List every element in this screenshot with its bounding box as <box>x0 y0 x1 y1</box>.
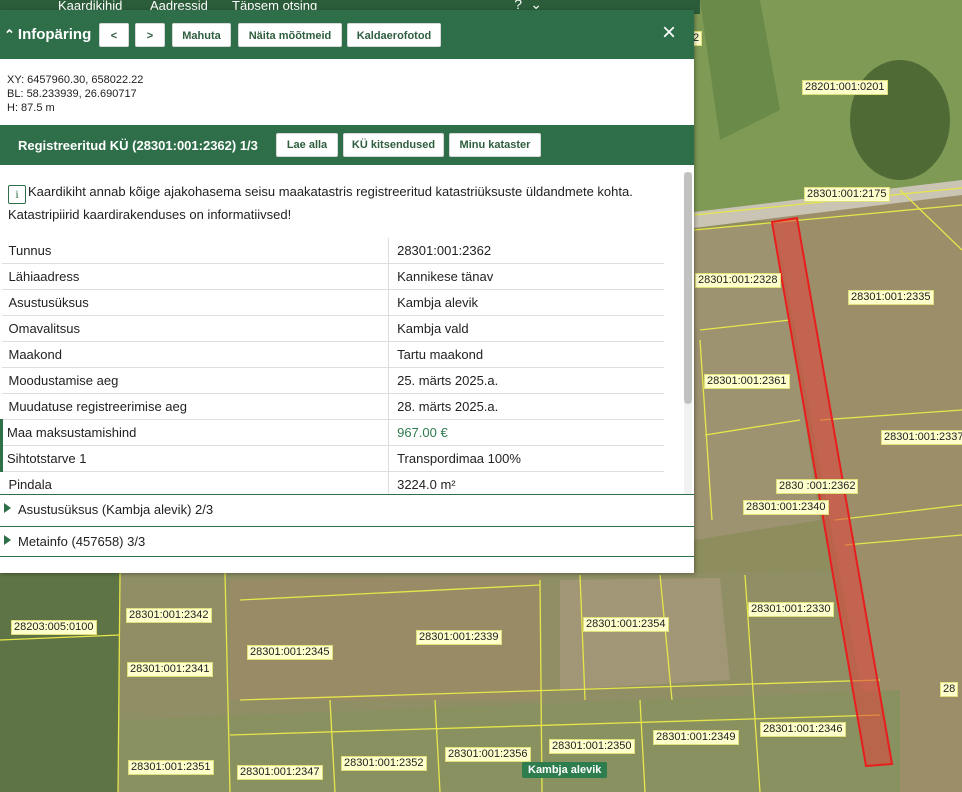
attr-value: 25. märts 2025.a. <box>388 367 664 394</box>
attr-value: 967.00 € <box>388 419 664 446</box>
table-row: Asustusüksus Kambja alevik <box>1 289 664 316</box>
parcel-label: 28 <box>940 682 959 697</box>
chevron-up-icon[interactable]: ⌃ <box>4 27 15 43</box>
section-metainfo[interactable]: Metainfo (457658) 3/3 <box>0 526 694 557</box>
table-row: Omavalitsus Kambja vald <box>1 315 664 342</box>
table-row: Muudatuse registreerimise aeg 28. märts 2… <box>1 393 664 420</box>
panel-title[interactable]: ⌃ Infopäring <box>4 26 91 43</box>
parcel-label: 28301:001:2339 <box>416 630 502 645</box>
attr-value: Transpordimaa 100% <box>388 445 664 472</box>
section-label: Metainfo (457658) 3/3 <box>18 534 146 549</box>
parcel-label: 28301:001:2354 <box>583 617 669 632</box>
parcel-label: 28301:001:2337 <box>881 430 962 445</box>
parcel-label: 28301:001:2349 <box>653 730 739 745</box>
table-row: Tunnus 28301:001:2362 <box>1 238 664 264</box>
close-icon[interactable]: × <box>658 21 680 46</box>
parcel-label: 28301:001:2346 <box>760 722 846 737</box>
attr-value: Kambja alevik <box>388 289 664 316</box>
parcel-label: 28203:005:0100 <box>11 620 97 635</box>
fit-button[interactable]: Mahuta <box>172 23 231 47</box>
attr-label: Sihtotstarve 1 <box>0 445 389 472</box>
xy-coordinates: XY: 6457960.30, 658022.22 <box>7 74 144 86</box>
table-row: Sihtotstarve 1 Transpordimaa 100% <box>0 445 664 472</box>
parcel-label: 28301:001:2341 <box>127 662 213 677</box>
parcel-label: 28301:001:2350 <box>549 739 635 754</box>
place-label: Kambja alevik <box>522 762 608 778</box>
attr-value: Tartu maakond <box>388 341 664 368</box>
parcel-label: 28301:001:2330 <box>748 602 834 617</box>
info-notice: i Kaardikiht annab kõige ajakohasema seis… <box>8 181 668 225</box>
panel-title-text: Infopäring <box>17 26 92 43</box>
attr-label: Maakond <box>1 341 389 368</box>
info-icon: i <box>8 185 26 204</box>
attr-label: Asustusüksus <box>1 289 389 316</box>
attr-label: Muudatuse registreerimise aeg <box>1 393 389 420</box>
oblique-photos-button[interactable]: Kaldaerofotod <box>347 23 441 47</box>
parcel-label: 28301:001:2347 <box>237 765 323 780</box>
coordinates-block: XY: 6457960.30, 658022.22 BL: 58.233939,… <box>7 73 143 115</box>
attr-label: Tunnus <box>1 238 389 264</box>
info-notice-text: Kaardikiht annab kõige ajakohasema seisu… <box>8 184 633 222</box>
registry-title: Registreeritud KÜ (28301:001:2362) 1/3 <box>18 138 258 153</box>
scrollbar-thumb[interactable] <box>684 172 692 404</box>
parcel-label: 28301:001:2352 <box>341 756 427 771</box>
parcel-label: 2830 :001:2362 <box>776 479 859 494</box>
attr-label: Omavalitsus <box>1 315 389 342</box>
attr-value: 28. märts 2025.a. <box>388 393 664 420</box>
attributes-table: Tunnus 28301:001:2362 Lähiaadress Kannikes… <box>0 238 664 494</box>
expand-triangle-icon <box>4 503 11 513</box>
registry-header: Registreeritud KÜ (28301:001:2362) 1/3 L… <box>0 125 694 165</box>
info-query-panel: ⌃ Infopäring < > Mahuta Näita mõõtmeid Ka… <box>0 10 694 573</box>
table-row: Maa maksustamishind 967.00 € <box>0 419 664 446</box>
attr-label: Pindala <box>1 471 389 494</box>
next-button[interactable]: > <box>135 23 165 47</box>
show-measurements-button[interactable]: Näita mõõtmeid <box>238 23 342 47</box>
my-cadastre-button[interactable]: Minu kataster <box>449 133 541 157</box>
parcel-label: 28301:001:2361 <box>704 374 790 389</box>
parcel-label: 28301:001:2175 <box>804 187 890 202</box>
table-row: Maakond Tartu maakond <box>1 341 664 368</box>
parcel-label: 28301:001:2342 <box>126 608 212 623</box>
table-row: Moodustamise aeg 25. märts 2025.a. <box>1 367 664 394</box>
table-row: Lähiaadress Kannikese tänav <box>1 263 664 290</box>
parcel-label: 28301:001:2356 <box>445 747 531 762</box>
attr-value: Kambja vald <box>388 315 664 342</box>
restrictions-button[interactable]: KÜ kitsendused <box>343 133 444 157</box>
attr-label: Lähiaadress <box>1 263 389 290</box>
attr-value: Kannikese tänav <box>388 263 664 290</box>
section-settlement[interactable]: Asustusüksus (Kambja alevik) 2/3 <box>0 494 694 524</box>
parcel-label: 28301:001:2345 <box>247 645 333 660</box>
parcel-label: 28201:001:0201 <box>802 80 888 95</box>
parcel-label: 28301:001:2328 <box>695 273 781 288</box>
parcel-label: 28301:001:2351 <box>128 760 214 775</box>
section-label: Asustusüksus (Kambja alevik) 2/3 <box>18 502 214 517</box>
attr-value: 3224.0 m² <box>388 471 664 494</box>
attr-label: Moodustamise aeg <box>1 367 389 394</box>
height-value: H: 87.5 m <box>7 102 55 114</box>
attr-value: 28301:001:2362 <box>388 238 664 264</box>
expand-triangle-icon <box>4 535 11 545</box>
download-button[interactable]: Lae alla <box>276 133 338 157</box>
parcel-label: 28301:001:2340 <box>743 500 829 515</box>
panel-header: ⌃ Infopäring < > Mahuta Näita mõõtmeid Ka… <box>0 10 694 59</box>
parcel-label: 28301:001:2335 <box>848 290 934 305</box>
previous-button[interactable]: < <box>99 23 129 47</box>
table-row: Pindala 3224.0 m² <box>1 471 664 494</box>
registry-content[interactable]: i Kaardikiht annab kõige ajakohasema seis… <box>0 171 694 494</box>
attr-label: Maa maksustamishind <box>0 419 389 446</box>
bl-coordinates: BL: 58.233939, 26.690717 <box>7 88 137 100</box>
